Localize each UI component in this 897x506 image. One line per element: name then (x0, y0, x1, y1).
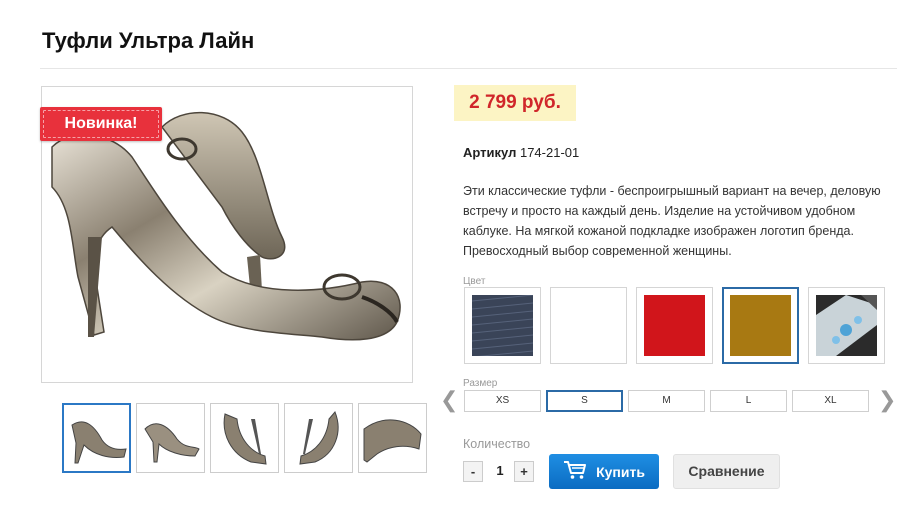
size-option-xl[interactable]: XL (792, 390, 869, 412)
size-label: Размер (463, 378, 498, 389)
buy-button-label: Купить (596, 463, 645, 480)
color-label: Цвет (463, 276, 486, 287)
quantity-value[interactable]: 1 (489, 463, 511, 478)
thumbnail-4[interactable] (284, 403, 353, 473)
product-description: Эти классические туфли - беспроигрышный … (463, 184, 881, 258)
article-number: Артикул 174-21-01 (463, 145, 579, 160)
size-option-xs[interactable]: XS (464, 390, 541, 412)
thumbnail-3[interactable] (210, 403, 279, 473)
buy-button[interactable]: Купить (549, 454, 659, 489)
title-divider (40, 68, 897, 69)
article-label: Артикул (463, 145, 517, 160)
size-option-s[interactable]: S (546, 390, 623, 412)
article-value: 174-21-01 (519, 145, 580, 160)
color-swatches (464, 287, 885, 364)
thumbnail-5[interactable] (358, 403, 427, 473)
size-option-l[interactable]: L (710, 390, 787, 412)
thumbnail-strip (62, 403, 427, 473)
color-swatch-denim[interactable] (464, 287, 541, 364)
price-tag: 2 799 руб. (454, 85, 576, 121)
quantity-label: Количество (463, 437, 531, 451)
color-swatch-white[interactable] (550, 287, 627, 364)
size-options: XS S M L XL (464, 390, 869, 412)
color-swatch-red[interactable] (636, 287, 713, 364)
chevron-left-icon[interactable]: ❮ (440, 389, 458, 411)
color-swatch-floral[interactable] (808, 287, 885, 364)
thumbnail-2[interactable] (136, 403, 205, 473)
quantity-decrease-button[interactable]: - (463, 461, 483, 482)
size-option-m[interactable]: M (628, 390, 705, 412)
quantity-increase-button[interactable]: + (514, 461, 534, 482)
chevron-right-icon[interactable]: ❯ (878, 389, 896, 411)
thumbnail-1[interactable] (62, 403, 131, 473)
compare-button[interactable]: Сравнение (673, 454, 780, 489)
new-badge: Новинка! (40, 107, 162, 141)
cart-icon (563, 460, 587, 483)
color-swatch-mustard[interactable] (722, 287, 799, 364)
page-title: Туфли Ультра Лайн (42, 28, 255, 53)
